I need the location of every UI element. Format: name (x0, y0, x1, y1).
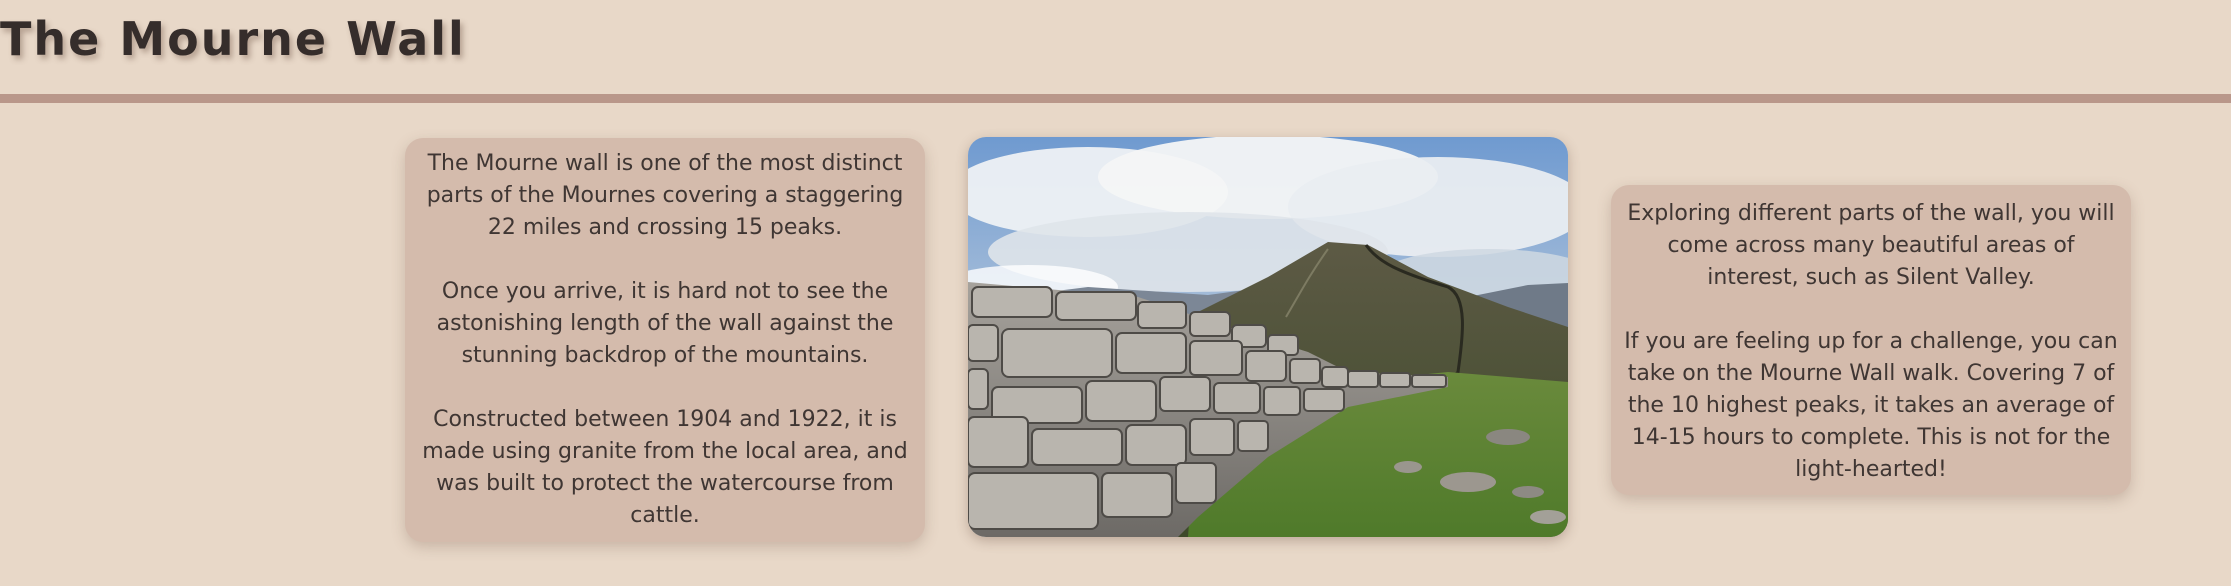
intro-paragraph-1: The Mourne wall is one of the most disti… (426, 151, 904, 240)
page-header: The Mourne Wall (0, 0, 2231, 94)
explore-paragraph-1: Exploring different parts of the wall, y… (1627, 201, 2115, 290)
explore-text-card: Exploring different parts of the wall, y… (1611, 185, 2131, 495)
header-divider (0, 94, 2231, 103)
page-title: The Mourne Wall (0, 12, 466, 66)
mourne-wall-photo (968, 137, 1568, 537)
explore-paragraph-2: If you are feeling up for a challenge, y… (1624, 329, 2118, 482)
intro-paragraph-3: Constructed between 1904 and 1922, it is… (422, 407, 908, 528)
intro-text-card: The Mourne wall is one of the most disti… (405, 138, 925, 542)
intro-paragraph-2: Once you arrive, it is hard not to see t… (436, 279, 894, 368)
